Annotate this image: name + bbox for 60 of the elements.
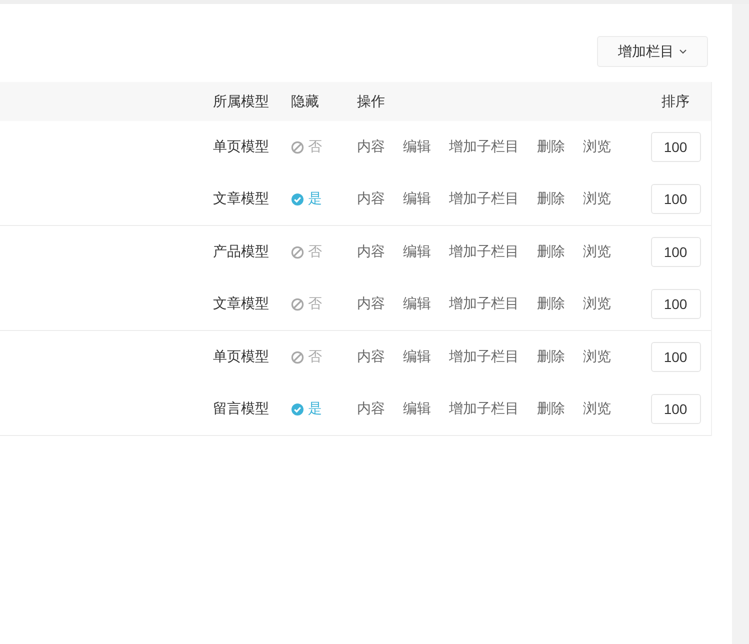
action-link[interactable]: 浏览 <box>583 348 611 366</box>
action-link[interactable]: 浏览 <box>583 243 611 261</box>
model-cell-text: 产品模型 <box>212 243 270 261</box>
action-link[interactable]: 增加子栏目 <box>449 243 519 261</box>
action-link[interactable]: 浏览 <box>583 400 611 418</box>
prohibited-icon <box>291 140 304 154</box>
action-link[interactable]: 编辑 <box>403 190 431 208</box>
sort-input[interactable]: 100 <box>650 342 700 372</box>
sort-input[interactable]: 100 <box>650 394 700 424</box>
action-link[interactable]: 内容 <box>357 190 385 208</box>
action-link[interactable]: 删除 <box>537 243 565 261</box>
model-cell-text: 单页模型 <box>212 348 270 366</box>
action-link[interactable]: 编辑 <box>403 348 431 366</box>
hidden-status: 是 <box>291 400 322 418</box>
column-header: 操作 <box>356 92 386 110</box>
hidden-status: 是 <box>291 190 322 208</box>
action-link[interactable]: 增加子栏目 <box>449 348 519 366</box>
prohibited-icon <box>291 246 304 258</box>
action-link[interactable]: 浏览 <box>583 138 611 156</box>
action-link[interactable]: 删除 <box>537 190 565 208</box>
action-link[interactable]: 删除 <box>537 138 565 156</box>
sort-input[interactable]: 100 <box>650 289 700 319</box>
action-link[interactable]: 浏览 <box>583 295 611 313</box>
caret-icon <box>679 49 687 54</box>
action-link[interactable]: 编辑 <box>403 138 431 156</box>
action-link[interactable]: 增加子栏目 <box>449 190 519 208</box>
action-link[interactable]: 浏览 <box>583 190 611 208</box>
hidden-status: 否 <box>291 243 322 261</box>
sort-input[interactable]: 100 <box>650 132 700 162</box>
hidden-status: 否 <box>291 295 322 313</box>
column-header: 隐藏 <box>290 92 320 110</box>
column-header: 所属模型 <box>212 92 270 110</box>
sort-input[interactable]: 100 <box>650 237 700 267</box>
action-link[interactable]: 内容 <box>357 243 385 261</box>
model-cell-text: 单页模型 <box>212 138 270 156</box>
hidden-status: 否 <box>291 348 322 366</box>
action-link[interactable]: 删除 <box>537 400 565 418</box>
check-circle-icon <box>291 192 304 206</box>
action-link[interactable]: 增加子栏目 <box>449 400 519 418</box>
model-cell-text: 文章模型 <box>212 295 270 313</box>
action-link[interactable]: 编辑 <box>403 400 431 418</box>
sort-input[interactable]: 100 <box>650 184 700 214</box>
action-link[interactable]: 增加子栏目 <box>449 295 519 313</box>
action-link[interactable]: 内容 <box>357 295 385 313</box>
prohibited-icon <box>291 350 304 364</box>
action-link[interactable]: 编辑 <box>403 295 431 313</box>
action-link[interactable]: 删除 <box>537 295 565 313</box>
model-cell-text: 文章模型 <box>212 190 270 208</box>
action-link[interactable]: 删除 <box>537 348 565 366</box>
prohibited-icon <box>291 298 304 310</box>
action-link[interactable]: 增加子栏目 <box>449 138 519 156</box>
action-link[interactable]: 内容 <box>357 138 385 156</box>
action-link[interactable]: 内容 <box>357 348 385 366</box>
check-circle-icon <box>291 402 304 416</box>
add-column-button[interactable]: 增加栏目 <box>597 36 708 67</box>
column-header: 排序 <box>660 92 690 110</box>
action-link[interactable]: 编辑 <box>403 243 431 261</box>
action-link[interactable]: 内容 <box>357 400 385 418</box>
hidden-status: 否 <box>291 138 322 156</box>
model-cell-text: 留言模型 <box>212 400 270 418</box>
